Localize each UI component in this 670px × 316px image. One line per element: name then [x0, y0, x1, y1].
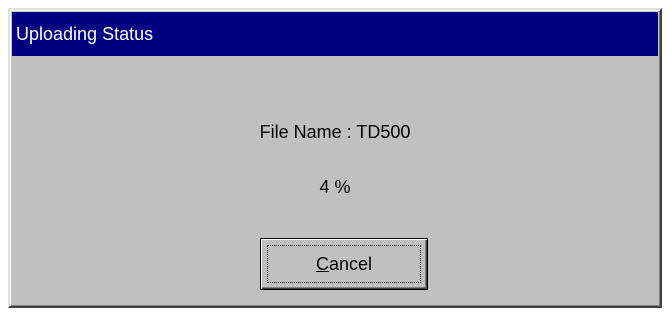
cancel-button-label: Cancel	[316, 254, 372, 275]
cancel-label-rest: ancel	[328, 253, 373, 274]
file-name-label: File Name : TD500	[259, 122, 411, 142]
dialog-body: File Name : TD500 4 % Cancel	[12, 56, 658, 304]
cancel-button[interactable]: Cancel	[260, 238, 428, 290]
window-title: Uploading Status	[16, 23, 154, 44]
cancel-mnemonic: C	[315, 253, 329, 274]
title-bar[interactable]: Uploading Status	[12, 12, 658, 56]
upload-percent-label: 4 %	[319, 177, 351, 197]
uploading-status-dialog: Uploading Status File Name : TD500 4 % C…	[8, 8, 662, 308]
